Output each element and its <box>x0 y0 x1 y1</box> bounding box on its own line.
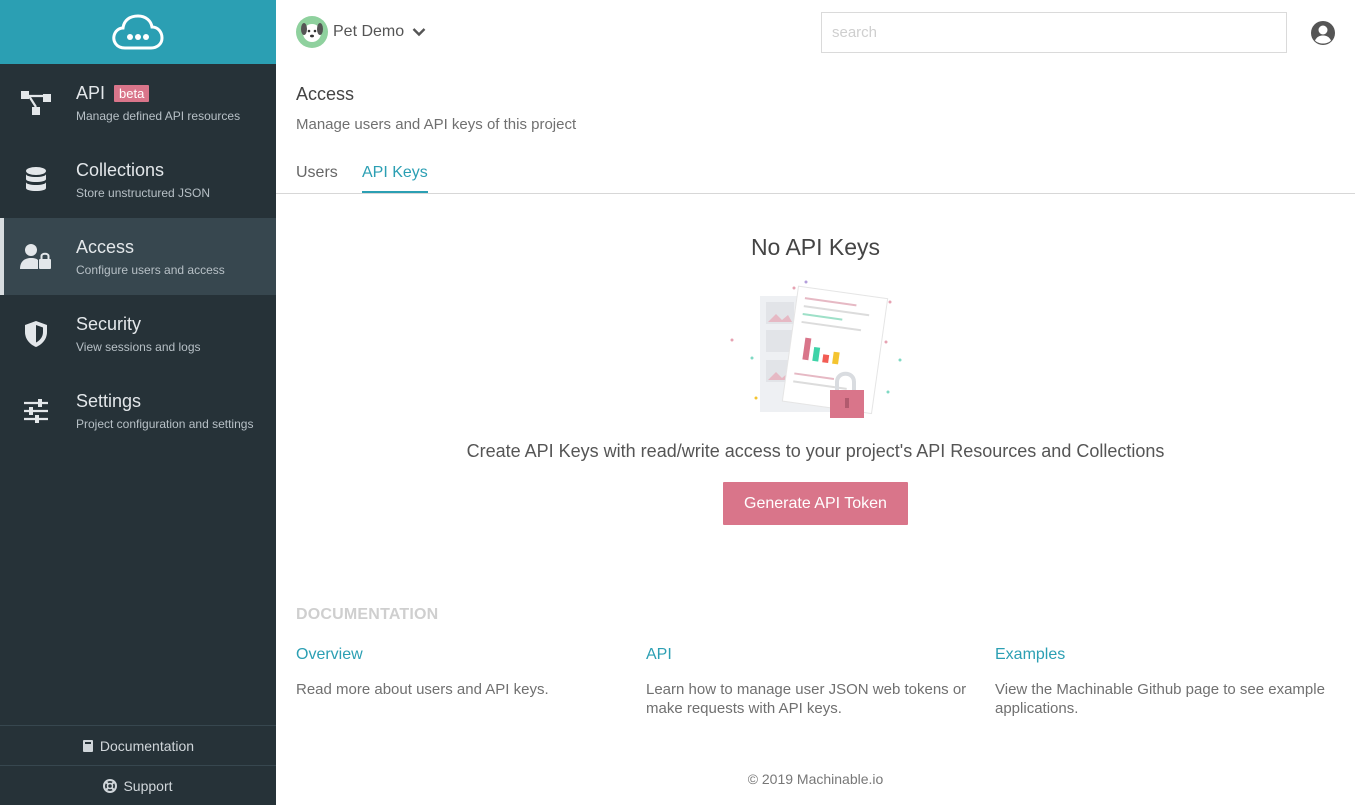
sidebar-item-title: API <box>76 82 106 103</box>
support-link[interactable]: Support <box>0 765 276 805</box>
sidebar-item-title: Security <box>76 313 142 334</box>
doc-column-examples: Examples View the Machinable Github page… <box>995 646 1325 718</box>
life-ring-icon <box>103 778 118 793</box>
beta-badge: beta <box>114 84 150 102</box>
logo-bar[interactable] <box>0 0 276 64</box>
doc-text: View the Machinable Github page to see e… <box>995 681 1325 717</box>
sidebar-item-settings[interactable]: Settings Project configuration and setti… <box>0 372 276 449</box>
sidebar-item-title: Access <box>76 236 135 257</box>
sliders-icon <box>20 395 52 427</box>
documentation-link[interactable]: Documentation <box>0 725 276 765</box>
sidebar-item-subtitle: Store unstructured JSON <box>76 185 211 200</box>
sidebar-item-subtitle: Manage defined API resources <box>76 108 241 123</box>
documentation-label: Documentation <box>99 737 195 754</box>
tab-bar: Users API Keys <box>276 158 1355 194</box>
sidebar-item-subtitle: Project configuration and settings <box>76 416 254 431</box>
generate-api-token-button[interactable]: Generate API Token <box>723 482 908 525</box>
doc-column-api: API Learn how to manage user JSON web to… <box>646 646 976 718</box>
project-selector[interactable]: Pet Demo <box>296 16 426 48</box>
user-lock-icon <box>20 241 52 273</box>
sidebar-item-title: Settings <box>76 390 142 411</box>
project-avatar <box>296 16 328 48</box>
database-icon <box>20 164 52 196</box>
empty-state-description: Create API Keys with read/write access t… <box>466 441 1165 461</box>
doc-link-examples[interactable]: Examples <box>995 646 1065 664</box>
sidebar-item-security[interactable]: Security View sessions and logs <box>0 295 276 372</box>
book-icon <box>82 739 93 752</box>
doc-link-overview[interactable]: Overview <box>296 646 363 664</box>
doc-text: Read more about users and API keys. <box>296 681 549 698</box>
dog-icon <box>301 23 323 42</box>
sidebar-item-api[interactable]: API beta Manage defined API resources <box>0 64 276 141</box>
user-menu-button[interactable] <box>1310 20 1336 46</box>
page-subtitle: Manage users and API keys of this projec… <box>296 116 577 133</box>
locked-document-illustration <box>730 280 902 418</box>
sidebar-item-subtitle: View sessions and logs <box>76 339 201 354</box>
copyright: © 2019 Machinable.io <box>747 771 884 787</box>
doc-link-api[interactable]: API <box>646 646 672 664</box>
shield-icon <box>20 318 52 350</box>
support-label: Support <box>123 777 173 794</box>
tab-api-keys[interactable]: API Keys <box>362 164 428 193</box>
chevron-down-icon <box>412 28 426 37</box>
sidebar-item-subtitle: Configure users and access <box>76 262 225 277</box>
search-input[interactable] <box>821 12 1287 53</box>
api-tree-icon <box>20 87 52 119</box>
empty-state-title: No API Keys <box>750 234 881 260</box>
doc-column-overview: Overview Read more about users and API k… <box>296 646 626 699</box>
documentation-heading: DOCUMENTATION <box>296 606 439 623</box>
sidebar-item-access[interactable]: Access Configure users and access <box>0 218 276 295</box>
cloud-icon <box>112 14 164 50</box>
page-title: Access <box>296 84 355 104</box>
sidebar-item-title: Collections <box>76 159 165 180</box>
sidebar-item-collections[interactable]: Collections Store unstructured JSON <box>0 141 276 218</box>
user-circle-icon <box>1311 21 1335 45</box>
tab-users[interactable]: Users <box>296 164 338 191</box>
sidebar: API beta Manage defined API resources Col… <box>0 0 276 805</box>
doc-text: Learn how to manage user JSON web tokens… <box>646 681 967 717</box>
project-name: Pet Demo <box>333 23 405 40</box>
